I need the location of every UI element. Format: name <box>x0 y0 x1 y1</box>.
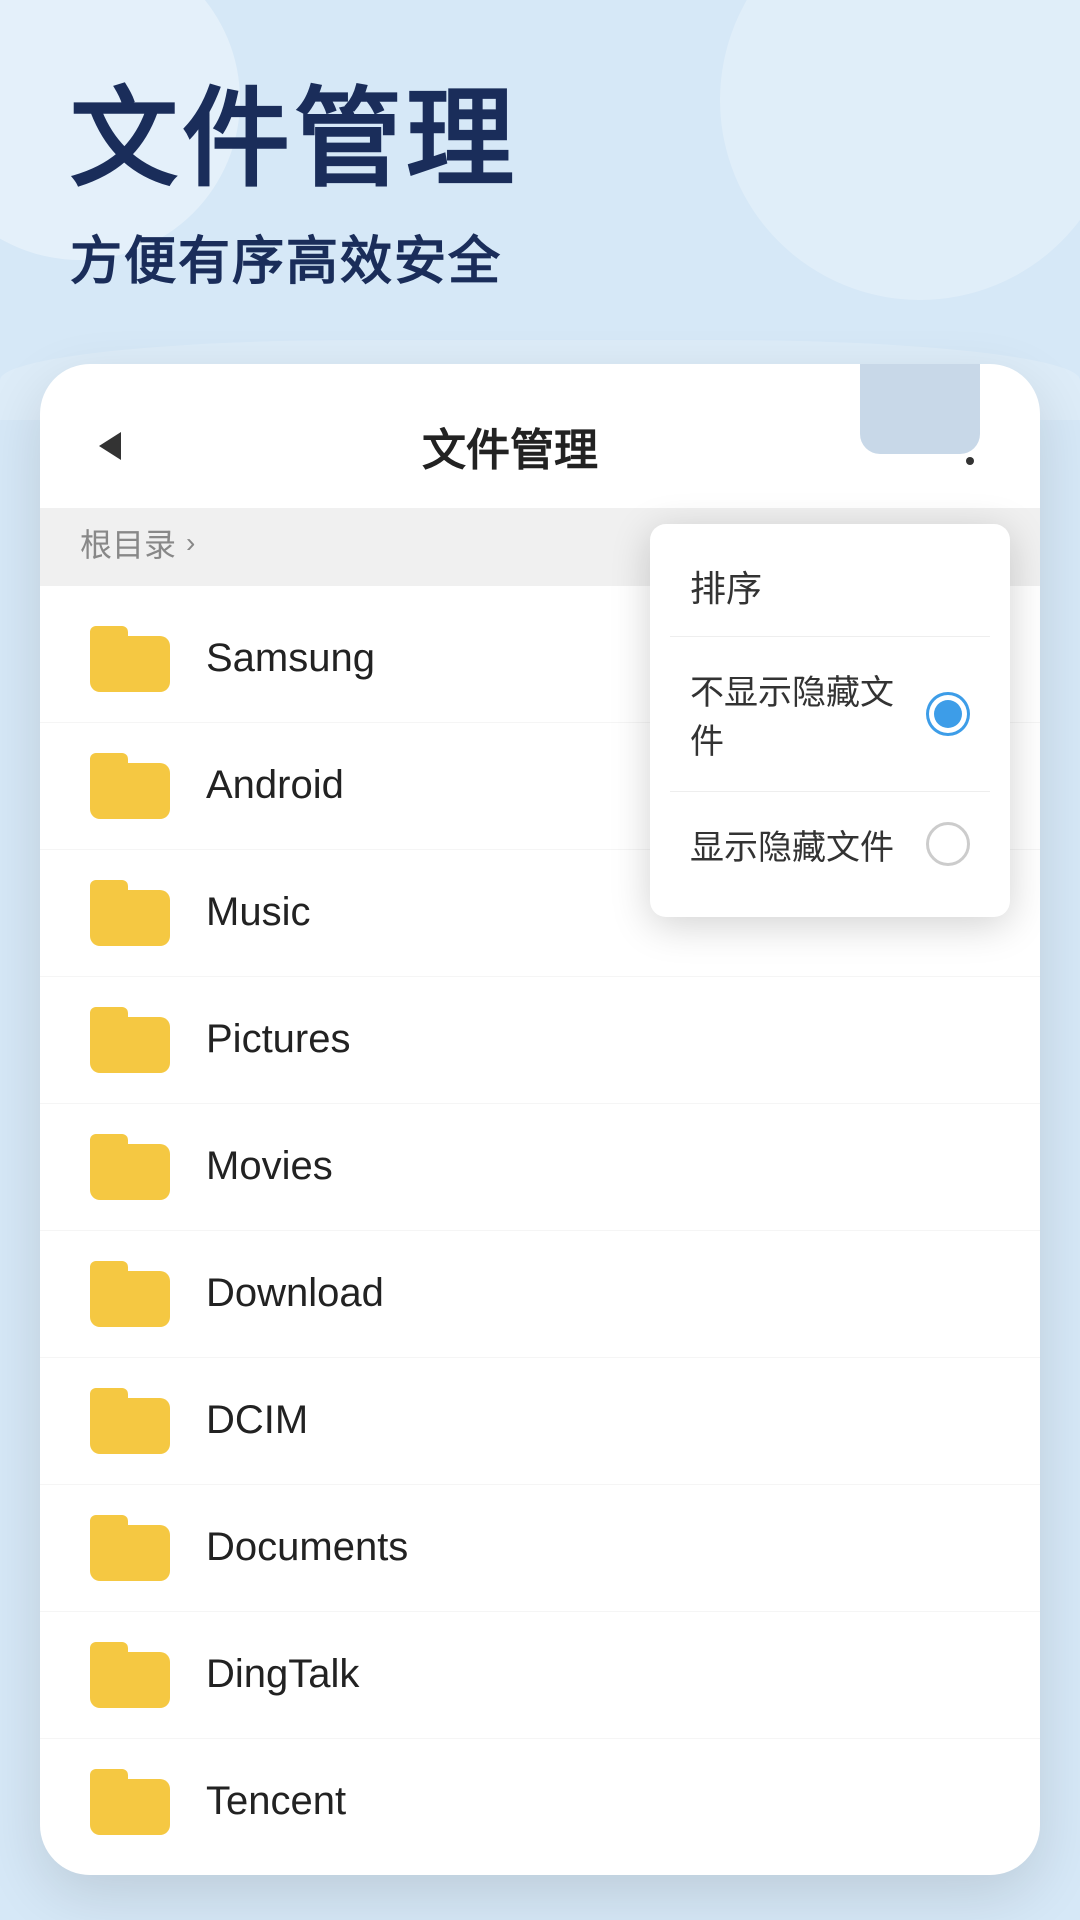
header-section: 文件管理 方便有序高效安全 <box>0 0 1080 334</box>
folder-icon <box>90 1261 170 1327</box>
breadcrumb-root-label: 根目录 <box>80 520 176 566</box>
file-name: Download <box>206 1271 384 1316</box>
file-name: DingTalk <box>206 1652 359 1697</box>
folder-icon <box>90 753 170 819</box>
folder-body <box>90 1271 170 1327</box>
file-name: Samsung <box>206 636 375 681</box>
list-item[interactable]: Pictures <box>40 977 1040 1104</box>
corner-fold-decoration <box>860 364 980 454</box>
breadcrumb-arrow: › <box>186 527 195 559</box>
folder-icon <box>90 1134 170 1200</box>
list-item[interactable]: Documents <box>40 1485 1040 1612</box>
phone-mockup: 文件管理 根目录 › 排序 不显示隐藏文件 显示隐藏文件 <box>40 364 1040 1875</box>
list-item[interactable]: DingTalk <box>40 1612 1040 1739</box>
radio-show-hidden[interactable] <box>926 822 970 866</box>
app-subtitle: 方便有序高效安全 <box>70 219 1010 294</box>
dropdown-item-show-hidden[interactable]: 显示隐藏文件 <box>650 792 1010 897</box>
file-name: Android <box>206 763 344 808</box>
folder-body <box>90 763 170 819</box>
app-main-title: 文件管理 <box>70 80 1010 199</box>
folder-body <box>90 1652 170 1708</box>
dropdown-menu: 排序 不显示隐藏文件 显示隐藏文件 <box>650 524 1010 917</box>
list-item[interactable]: Download <box>40 1231 1040 1358</box>
radio-inner-selected <box>934 700 962 728</box>
dropdown-item-hide-hidden[interactable]: 不显示隐藏文件 <box>650 637 1010 791</box>
folder-body <box>90 1398 170 1454</box>
list-item[interactable]: Movies <box>40 1104 1040 1231</box>
folder-icon <box>90 1769 170 1835</box>
file-name: Music <box>206 890 310 935</box>
dropdown-item-label-2: 显示隐藏文件 <box>690 820 894 869</box>
folder-body <box>90 1144 170 1200</box>
folder-icon <box>90 1515 170 1581</box>
folder-body <box>90 1525 170 1581</box>
list-item[interactable]: Tencent <box>40 1739 1040 1865</box>
file-name: Documents <box>206 1525 408 1570</box>
file-name: Movies <box>206 1144 333 1189</box>
file-name: Pictures <box>206 1017 351 1062</box>
list-item[interactable]: DCIM <box>40 1358 1040 1485</box>
folder-icon <box>90 1007 170 1073</box>
more-dot-3 <box>966 457 974 465</box>
file-name: Tencent <box>206 1779 346 1824</box>
folder-icon <box>90 1388 170 1454</box>
folder-body <box>90 636 170 692</box>
dropdown-item-label-1: 不显示隐藏文件 <box>690 665 926 763</box>
folder-icon <box>90 880 170 946</box>
folder-body <box>90 1017 170 1073</box>
folder-body <box>90 1779 170 1835</box>
folder-body <box>90 890 170 946</box>
dropdown-section-title: 排序 <box>650 544 1010 636</box>
file-name: DCIM <box>206 1398 308 1443</box>
radio-hide-hidden[interactable] <box>926 692 970 736</box>
folder-icon <box>90 626 170 692</box>
appbar-title: 文件管理 <box>80 414 940 478</box>
folder-icon <box>90 1642 170 1708</box>
